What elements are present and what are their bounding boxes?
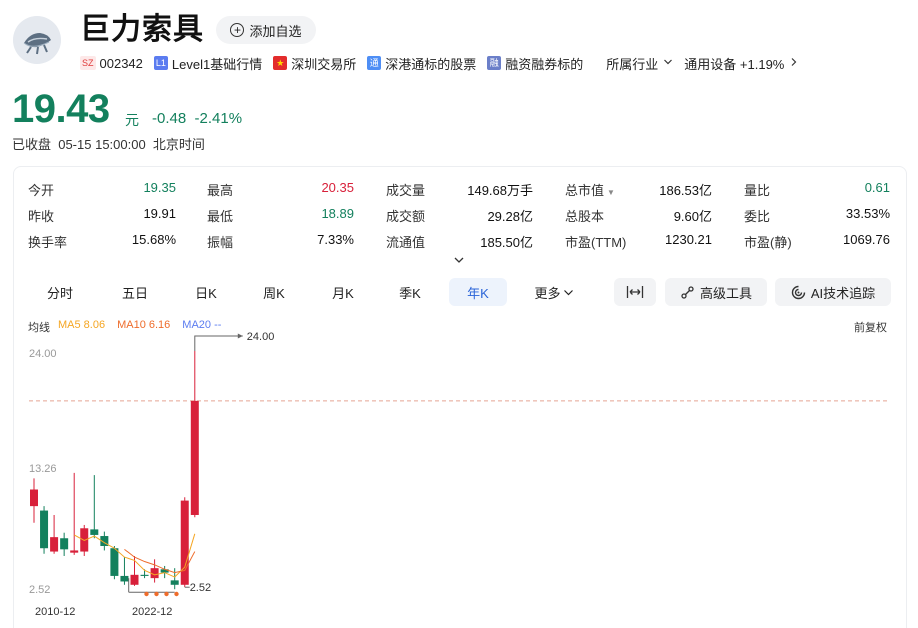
min-price-label: 2.52 [190,582,211,594]
max-pointer-arrow [237,333,243,339]
candle-body [170,580,179,585]
candle-body [90,529,99,535]
candle-body [190,400,199,515]
candle-body [140,574,149,576]
event-marker-dot [154,591,159,597]
candle-body [180,500,189,585]
max-pointer-line [194,335,243,351]
candle-body [120,575,129,582]
event-marker-dot [164,591,169,597]
candle-body [30,489,38,507]
candle-body [110,548,119,576]
candle-body [50,537,59,552]
event-marker-dot [174,591,179,597]
event-marker-dot [144,591,149,597]
candle-body [40,510,49,549]
max-price-label: 24.00 [247,331,275,343]
candle-body [130,574,139,585]
candlestick-chart[interactable]: 24.00 2.52 [0,0,918,628]
candle-body [60,538,69,550]
candle-body [70,550,79,553]
